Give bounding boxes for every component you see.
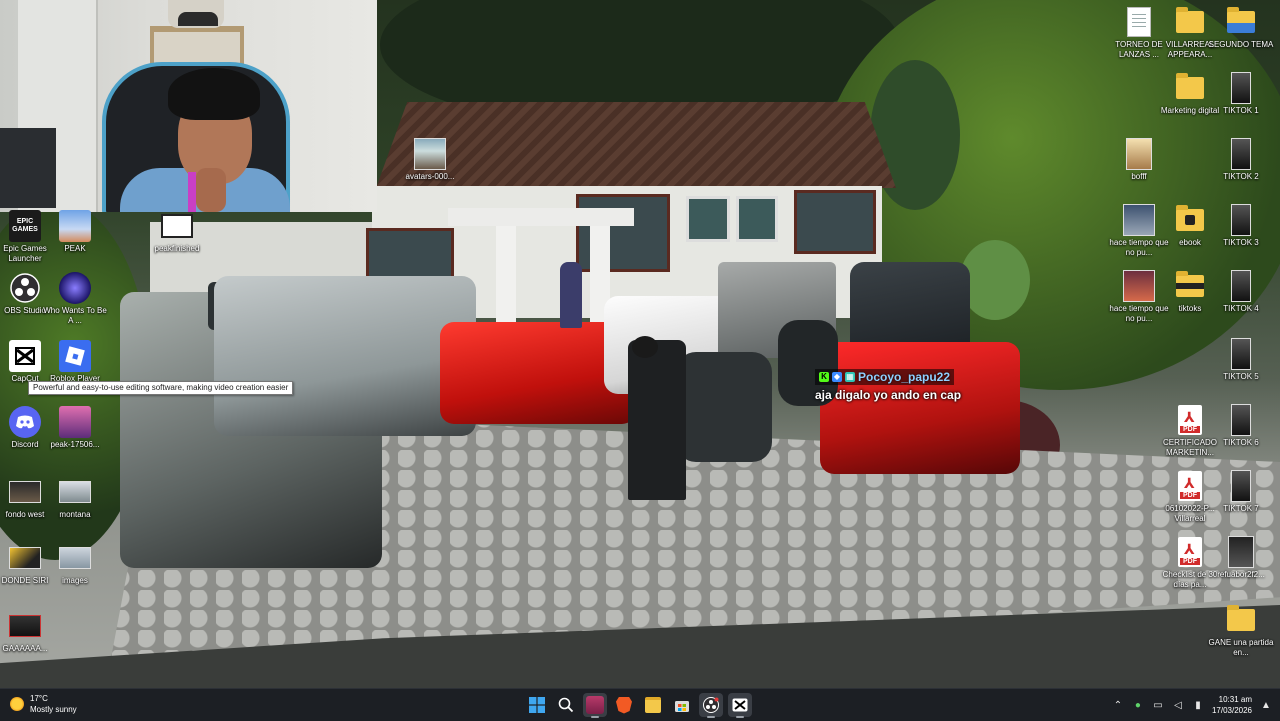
chat-user-row: K ◆ ▦ Pocoyo_papu22 (815, 369, 955, 385)
notification-bell-icon[interactable]: ▲ (1260, 699, 1272, 711)
image-thumbnail-icon (59, 542, 91, 574)
desktop-icon-peakfinished[interactable]: peakfinished (145, 210, 209, 254)
desktop-icon-bofff[interactable]: bofff (1107, 138, 1171, 182)
search-icon (558, 697, 574, 713)
pdf-icon: ⅄ (1174, 536, 1206, 568)
capcut-taskbar-icon (732, 698, 748, 712)
tiktok-thumbnail-icon (1225, 138, 1257, 170)
webcam-overlay (0, 0, 377, 212)
desktop-icon-gaaaaaa[interactable]: GAAAAAA... (0, 610, 57, 654)
folder-icon (1225, 604, 1257, 636)
clock-time: 10:31 am (1218, 695, 1252, 704)
tiktok-thumbnail-icon (1225, 470, 1257, 502)
peak-game-icon (59, 210, 91, 242)
image-thumbnail-icon (9, 476, 41, 508)
desktop-icon-roblox[interactable]: Roblox Player (43, 340, 107, 384)
taskbar-app-pinned[interactable] (583, 693, 607, 718)
pinned-app-icon (586, 696, 604, 714)
chat-username: Pocoyo_papu22 (858, 370, 951, 384)
folder-icon (1174, 6, 1206, 38)
chat-message-text: aja digalo yo ando en cap (815, 388, 962, 402)
tiktok-thumbnail-icon (1225, 270, 1257, 302)
desktop-icon-tiktok-5[interactable]: TIKTOK 5 (1209, 338, 1273, 382)
taskbar-app-capcut[interactable] (728, 693, 752, 718)
desktop-icon-tiktok-1[interactable]: TIKTOK 1 (1209, 72, 1273, 116)
folder-icon (1174, 204, 1206, 236)
desktop-icon-tiktok-3[interactable]: TIKTOK 3 (1209, 204, 1273, 248)
taskbar-app-obs[interactable] (699, 693, 723, 718)
image-thumbnail-icon (1225, 536, 1257, 568)
search-button[interactable] (554, 693, 578, 717)
game-icon (59, 272, 91, 304)
grid-badge-icon: ▦ (845, 372, 855, 382)
tiktok-thumbnail-icon (1225, 72, 1257, 104)
image-thumbnail-icon (1123, 270, 1155, 302)
document-icon (1123, 6, 1155, 38)
folder-icon (1225, 6, 1257, 38)
image-thumbnail-icon (414, 138, 446, 170)
folder-icon (1174, 270, 1206, 302)
clock[interactable]: 10:31 am 17/03/2026 (1212, 694, 1252, 716)
system-tray: ⌃ ● ▭ ◁ ▮ 10:31 am 17/03/2026 ▲ (1112, 689, 1272, 721)
desktop-icon-refuabor[interactable]: refuabor2f2... (1209, 536, 1273, 580)
sunny-weather-icon (10, 697, 24, 711)
weather-condition: Mostly sunny (30, 705, 77, 714)
pdf-icon: ⅄ (1174, 404, 1206, 436)
microsoft-store-icon (675, 701, 689, 712)
desktop-icon-tiktok-6[interactable]: TIKTOK 6 (1209, 404, 1273, 448)
image-thumbnail-icon (9, 542, 41, 574)
image-thumbnail-icon (1123, 204, 1155, 236)
brave-browser-icon (616, 696, 632, 714)
volume-icon[interactable]: ◁ (1172, 699, 1184, 711)
kick-badge-icon: K (819, 372, 829, 382)
obs-studio-icon (9, 272, 41, 304)
image-thumbnail-icon (1123, 138, 1155, 170)
start-button[interactable] (525, 693, 549, 717)
taskbar-app-microsoft-store[interactable] (670, 693, 694, 717)
microphone-icon[interactable]: ● (1132, 699, 1144, 711)
taskbar-apps (525, 693, 752, 718)
stream-chat-message: K ◆ ▦ Pocoyo_papu22 aja digalo yo ando e… (815, 369, 961, 402)
desktop-icon-peak[interactable]: PEAK (43, 210, 107, 254)
subscriber-badge-icon: ◆ (832, 372, 842, 382)
file-explorer-icon (645, 697, 661, 713)
roblox-icon (59, 340, 91, 372)
pdf-icon: ⅄ (1174, 470, 1206, 502)
desktop-icon-images[interactable]: images (43, 542, 107, 586)
network-icon[interactable]: ▭ (1152, 699, 1164, 711)
tiktok-thumbnail-icon (1225, 404, 1257, 436)
capcut-tooltip: Powerful and easy-to-use editing softwar… (28, 381, 294, 395)
folder-icon (1174, 72, 1206, 104)
video-thumbnail-icon (161, 210, 193, 242)
desktop-icon-tiktok-4[interactable]: TIKTOK 4 (1209, 270, 1273, 314)
desktop-icon-avatars[interactable]: avatars-000... (398, 138, 462, 182)
image-thumbnail-icon (9, 610, 41, 642)
taskbar-app-brave[interactable] (612, 693, 636, 717)
weather-widget[interactable]: 17°C Mostly sunny (10, 693, 77, 715)
tiktok-thumbnail-icon (1225, 204, 1257, 236)
clock-date: 17/03/2026 (1211, 706, 1252, 715)
windows-start-icon (529, 697, 545, 713)
desktop-icon-montana[interactable]: montana (43, 476, 107, 520)
image-thumbnail-icon (59, 406, 91, 438)
chevron-up-icon[interactable]: ⌃ (1112, 699, 1124, 711)
desktop-icon-tiktok-7[interactable]: TIKTOK 7 (1209, 470, 1273, 514)
epic-games-icon: EPIC GAMES (9, 210, 41, 242)
discord-icon (9, 406, 41, 438)
desktop-icon-tiktok-2[interactable]: TIKTOK 2 (1209, 138, 1273, 182)
desktop-icon-segundo-tema[interactable]: SEGUNDO TEMA (1209, 6, 1273, 50)
capcut-icon (9, 340, 41, 372)
weather-temperature: 17°C (30, 694, 48, 703)
tiktok-thumbnail-icon (1225, 338, 1257, 370)
desktop-icon-who-wants[interactable]: Who Wants To Be A ... (43, 272, 107, 326)
desktop-icon-gane-una-partida[interactable]: GANE una partida en... (1209, 604, 1273, 658)
desktop-icon-peak-img[interactable]: peak-17506... (43, 406, 107, 450)
taskbar: 17°C Mostly sunny ⌃ ● ▭ ◁ ▮ 10:31 am 17/… (0, 688, 1280, 721)
image-thumbnail-icon (59, 476, 91, 508)
taskbar-app-file-explorer[interactable] (641, 693, 665, 717)
battery-icon[interactable]: ▮ (1192, 699, 1204, 711)
obs-taskbar-icon (703, 697, 719, 713)
